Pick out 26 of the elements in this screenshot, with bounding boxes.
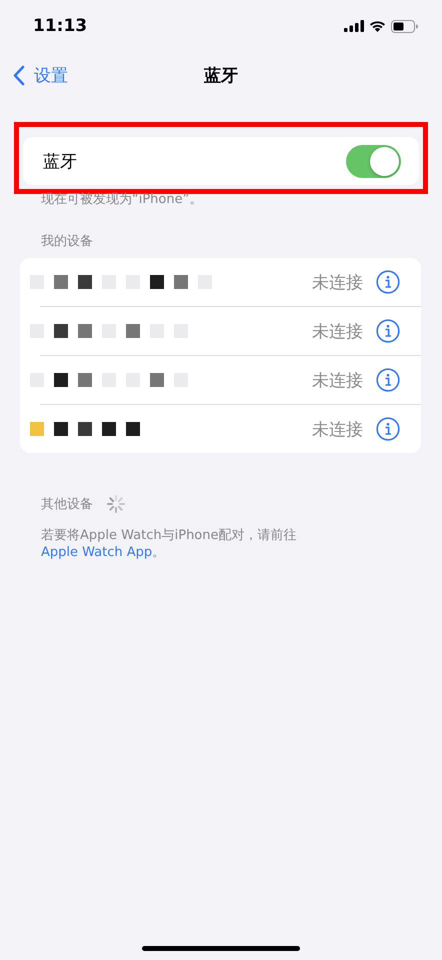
wifi-icon	[369, 20, 386, 32]
setting-label: 蓝牙	[43, 150, 77, 172]
section-header: 我的设备	[40, 233, 94, 250]
chevron-left-icon	[13, 64, 25, 86]
watch-app-link[interactable]: Apple Watch App	[41, 545, 152, 560]
page-title: 蓝牙	[203, 64, 239, 86]
footer-note: 若要将Apple Watch与iPhone配对，请前往 Apple Watch App。	[40, 527, 298, 561]
signal-icon	[344, 20, 364, 32]
battery-icon	[391, 20, 418, 32]
info-button[interactable]	[376, 417, 400, 441]
info-icon	[376, 319, 400, 343]
connection-status: 未连接	[312, 272, 363, 294]
back-button[interactable]: 设置	[0, 64, 68, 86]
section-header: 其他设备	[41, 496, 93, 513]
connection-status: 未连接	[312, 320, 363, 342]
toggle-switch[interactable]	[346, 144, 401, 178]
connection-status: 未连接	[312, 370, 363, 392]
info-button[interactable]	[376, 319, 400, 343]
connection-status: 未连接	[312, 418, 363, 440]
info-icon	[376, 368, 400, 392]
info-button[interactable]	[376, 270, 400, 294]
info-icon	[376, 417, 400, 441]
info-icon	[376, 270, 400, 294]
info-button[interactable]	[376, 368, 400, 392]
status-time: 11:13	[33, 16, 88, 36]
footer-note: 现在可被发现为“iPhone”。	[40, 191, 204, 208]
